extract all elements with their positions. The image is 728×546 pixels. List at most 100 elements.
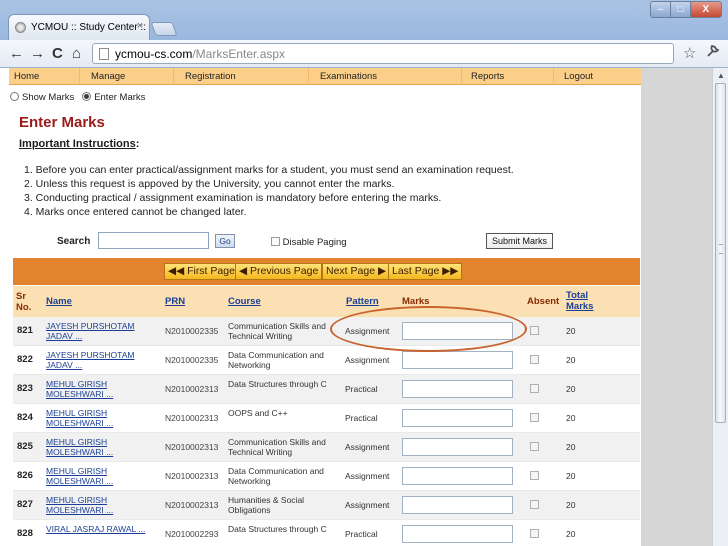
forward-icon[interactable]: →: [30, 45, 45, 62]
absent-checkbox[interactable]: [530, 500, 539, 509]
absent-checkbox[interactable]: [530, 413, 539, 422]
name-line2: JADAV ...: [46, 360, 83, 370]
close-window-button[interactable]: X: [690, 2, 721, 17]
table-row: 824 MEHUL GIRISH MOLESHWARI ... N20100023…: [13, 404, 640, 433]
last-page-button[interactable]: Last Page ▶▶: [388, 263, 463, 280]
col-absent: Absent: [527, 296, 560, 307]
marks-input[interactable]: [402, 351, 513, 369]
sr-no: 822: [17, 354, 33, 365]
prn: N2010002313: [165, 471, 219, 481]
student-name-link[interactable]: MEHUL GIRISH MOLESHWARI ...: [46, 379, 150, 399]
menu-registration[interactable]: Registration: [185, 71, 236, 82]
name-line1: MEHUL GIRISH: [46, 379, 108, 389]
menu-divider: [308, 68, 309, 85]
name-line2: MOLESHWARI ...: [46, 418, 114, 428]
bookmark-star-icon[interactable]: ☆: [683, 44, 696, 62]
name-line1: MEHUL GIRISH: [46, 495, 108, 505]
minimize-button[interactable]: –: [651, 2, 671, 17]
student-name-link[interactable]: MEHUL GIRISH MOLESHWARI ...: [46, 408, 150, 428]
maximize-button[interactable]: □: [670, 2, 691, 17]
col-prn[interactable]: PRN: [165, 296, 185, 307]
course-line1: OOPS and C++: [228, 408, 288, 418]
course: Communication Skills and Technical Writin…: [228, 321, 346, 341]
search-input[interactable]: [98, 232, 209, 249]
marks-input[interactable]: [402, 467, 513, 485]
col-pattern[interactable]: Pattern: [346, 296, 379, 307]
student-name-link[interactable]: JAYESH PURSHOTAM JADAV ...: [46, 350, 150, 370]
scroll-up-icon[interactable]: ▲: [717, 71, 725, 80]
disable-paging-option[interactable]: Disable Paging: [271, 237, 347, 248]
marks-input[interactable]: [402, 496, 513, 514]
tab-close-icon[interactable]: ×: [137, 20, 143, 32]
course: OOPS and C++: [228, 408, 346, 418]
absent-checkbox[interactable]: [530, 355, 539, 364]
col-name[interactable]: Name: [46, 296, 72, 307]
student-name-link[interactable]: MEHUL GIRISH MOLESHWARI ...: [46, 495, 150, 515]
scrollbar-grip: [719, 244, 723, 254]
submit-marks-button[interactable]: Submit Marks: [486, 233, 553, 249]
course-line1: Data Structures through C: [228, 379, 327, 389]
student-name-link[interactable]: JAYESH PURSHOTAM JADAV ...: [46, 321, 150, 341]
course-line1: Data Structures through C: [228, 524, 327, 534]
instruction-item: 2. Unless this request is appoved by the…: [24, 178, 395, 190]
previous-page-button[interactable]: ◀ Previous Page: [235, 263, 323, 280]
page-scrollbar[interactable]: ▲: [712, 68, 728, 546]
course-line1: Communication Skills and: [228, 321, 326, 331]
table-header: Sr No. Name PRN Course Pattern Marks Abse…: [13, 286, 640, 317]
pattern: Assignment: [345, 471, 390, 481]
absent-checkbox[interactable]: [530, 529, 539, 538]
sr-no: 826: [17, 470, 33, 481]
absent-checkbox[interactable]: [530, 384, 539, 393]
table-row: 826 MEHUL GIRISH MOLESHWARI ... N20100023…: [13, 462, 640, 491]
prn: N2010002313: [165, 413, 219, 423]
menu-logout[interactable]: Logout: [564, 71, 593, 82]
student-name-link[interactable]: VIRAL JASRAJ RAWAL ...: [46, 524, 150, 534]
table-row: 825 MEHUL GIRISH MOLESHWARI ... N20100023…: [13, 433, 640, 462]
menu-examinations[interactable]: Examinations: [320, 71, 377, 82]
scrollbar-thumb[interactable]: [715, 83, 726, 423]
marks-input[interactable]: [402, 409, 513, 427]
marks-input[interactable]: [402, 438, 513, 456]
absent-checkbox[interactable]: [530, 471, 539, 480]
menu-reports[interactable]: Reports: [471, 71, 504, 82]
disable-paging-checkbox[interactable]: [271, 237, 280, 246]
go-button[interactable]: Go: [215, 234, 235, 248]
next-page-button[interactable]: Next Page ▶: [322, 263, 391, 280]
search-row: Search Go Disable Paging Submit Marks: [9, 231, 641, 253]
radio-icon[interactable]: [10, 92, 19, 101]
browser-chrome: YCMOU :: Study Center :: D × – □ X ← → C…: [0, 0, 728, 68]
total-marks: 20: [566, 500, 576, 510]
menu-home[interactable]: Home: [14, 71, 39, 82]
course-line2: Technical Writing: [228, 331, 293, 341]
first-page-button[interactable]: ◀◀ First Page: [164, 263, 239, 280]
wrench-icon[interactable]: [706, 44, 720, 62]
student-name-link[interactable]: MEHUL GIRISH MOLESHWARI ...: [46, 466, 150, 486]
marks-input[interactable]: [402, 525, 513, 543]
page-content: Home Manage Registration Examinations Re…: [9, 68, 641, 546]
absent-checkbox[interactable]: [530, 442, 539, 451]
address-bar[interactable]: ycmou-cs.com/MarksEnter.aspx: [92, 43, 674, 64]
menu-manage[interactable]: Manage: [91, 71, 125, 82]
course: Data Structures through C: [228, 524, 346, 534]
col-sr: Sr No.: [16, 291, 31, 313]
show-marks-option[interactable]: Show Marks: [10, 92, 74, 103]
prn: N2010002335: [165, 355, 219, 365]
course-line2: Technical Writing: [228, 447, 293, 457]
total-marks: 20: [566, 413, 576, 423]
student-name-link[interactable]: MEHUL GIRISH MOLESHWARI ...: [46, 437, 150, 457]
col-total-line1: Total: [566, 290, 588, 301]
absent-checkbox[interactable]: [530, 326, 539, 335]
marks-input[interactable]: [402, 380, 513, 398]
back-icon[interactable]: ←: [9, 45, 24, 62]
reload-icon[interactable]: C: [52, 45, 63, 62]
radio-selected-icon[interactable]: [82, 92, 92, 101]
home-icon[interactable]: ⌂: [72, 45, 81, 62]
name-line2: MOLESHWARI ...: [46, 476, 114, 486]
new-tab-button[interactable]: [150, 22, 178, 36]
enter-marks-option[interactable]: Enter Marks: [82, 92, 145, 103]
pattern: Assignment: [345, 442, 390, 452]
browser-tab[interactable]: YCMOU :: Study Center :: D ×: [8, 14, 150, 40]
col-course[interactable]: Course: [228, 296, 261, 307]
total-marks: 20: [566, 384, 576, 394]
col-total-marks[interactable]: Total Marks: [566, 290, 593, 312]
